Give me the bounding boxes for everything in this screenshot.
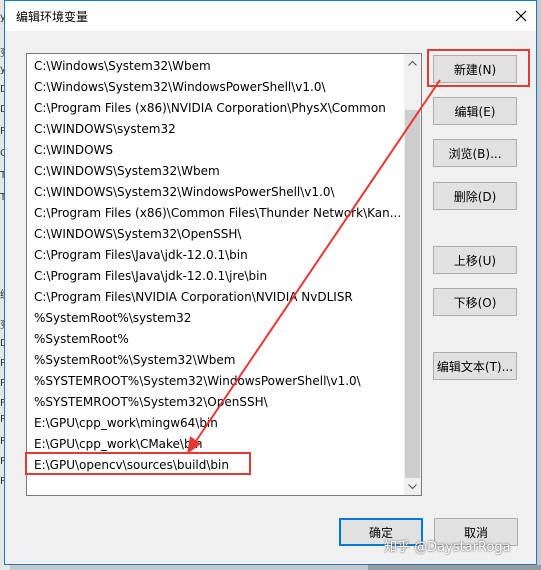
path-list-item[interactable]: C:\Program Files (x86)\Common Files\Thun… [27, 203, 405, 224]
edit-env-variable-dialog: 编辑环境变量 C:\Windows\System32\Wbem C:\Window… [4, 0, 537, 565]
path-list-item[interactable]: C:\Program Files (x86)\NVIDIA Corporatio… [27, 98, 405, 119]
path-list-item[interactable]: C:\Program Files\NVIDIA Corporation\NVID… [27, 287, 405, 308]
path-list-items: C:\Windows\System32\Wbem C:\Windows\Syste… [27, 54, 405, 476]
path-list-item[interactable]: C:\Windows\System32\Wbem [27, 56, 405, 77]
path-list-item[interactable]: E:\GPU\cpp_work\mingw64\bin [27, 413, 405, 434]
path-list-item[interactable]: C:\WINDOWS [27, 140, 405, 161]
scroll-down-button[interactable] [404, 478, 421, 495]
path-list-item[interactable]: C:\Windows\System32\WindowsPowerShell\v1… [27, 77, 405, 98]
watermark: 知乎 @DaystarRoga [384, 540, 511, 555]
path-list-item[interactable]: %SystemRoot%\system32 [27, 308, 405, 329]
chevron-up-icon [408, 60, 417, 66]
scrollbar-thumb[interactable] [405, 110, 420, 478]
scroll-up-button[interactable] [404, 54, 421, 71]
path-list-item[interactable]: %SYSTEMROOT%\System32\OpenSSH\ [27, 392, 405, 413]
new-button[interactable]: 新建(N) [433, 55, 517, 83]
path-list-item[interactable]: %SystemRoot%\System32\Wbem [27, 350, 405, 371]
path-list-item[interactable]: %SYSTEMROOT%\System32\WindowsPowerShell\… [27, 371, 405, 392]
dialog-title: 编辑环境变量 [16, 10, 89, 24]
path-list[interactable]: C:\Windows\System32\Wbem C:\Windows\Syste… [26, 53, 422, 496]
path-list-item[interactable]: E:\GPU\cpp_work\CMake\bin [27, 434, 405, 455]
edit-text-button[interactable]: 编辑文本(T)... [433, 352, 517, 380]
path-list-item[interactable]: C:\WINDOWS\System32\WindowsPowerShell\v1… [27, 182, 405, 203]
chevron-down-icon [408, 483, 417, 489]
path-list-item[interactable]: %SystemRoot% [27, 329, 405, 350]
path-list-item[interactable]: C:\Program Files\Java\jdk-12.0.1\jre\bin [27, 266, 405, 287]
path-list-item[interactable]: E:\GPU\opencv\sources\build\bin [27, 455, 405, 476]
move-down-button[interactable]: 下移(O) [433, 288, 517, 316]
path-list-item[interactable]: C:\WINDOWS\system32 [27, 119, 405, 140]
close-icon [515, 10, 527, 22]
move-up-button[interactable]: 上移(U) [433, 246, 517, 274]
delete-button[interactable]: 删除(D) [433, 182, 517, 210]
path-list-item[interactable]: C:\Program Files\Java\jdk-12.0.1\bin [27, 245, 405, 266]
close-button[interactable] [506, 1, 536, 31]
path-list-item[interactable]: C:\WINDOWS\System32\Wbem [27, 161, 405, 182]
background-window-bottom [368, 565, 541, 570]
edit-button[interactable]: 编辑(E) [433, 97, 517, 125]
title-bar[interactable]: 编辑环境变量 [5, 1, 536, 31]
path-list-item[interactable]: C:\WINDOWS\System32\OpenSSH\ [27, 224, 405, 245]
vertical-scrollbar[interactable] [404, 54, 421, 495]
browse-button[interactable]: 浏览(B)... [433, 139, 517, 167]
